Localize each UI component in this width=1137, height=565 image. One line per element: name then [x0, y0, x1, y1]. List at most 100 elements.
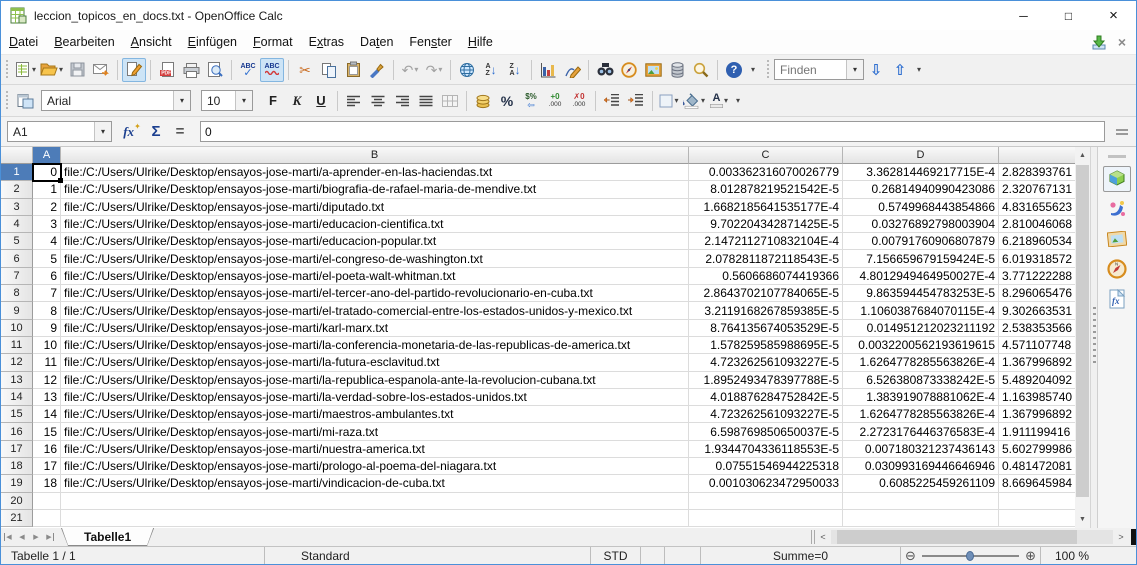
cell[interactable]: 2.810046068: [999, 216, 1075, 233]
row-header-16[interactable]: 16: [1, 423, 33, 440]
cell[interactable]: 1.8952493478397788E-5: [689, 372, 843, 389]
underline-button[interactable]: U: [309, 89, 333, 113]
percent-format-button[interactable]: %: [495, 89, 519, 113]
cell[interactable]: file:/C:/Users/Ulrike/Desktop/ensayos-jo…: [61, 354, 689, 371]
cell[interactable]: 1.6264778285563826E-4: [843, 406, 999, 423]
undo-button[interactable]: ↶▾: [398, 58, 422, 82]
menu-item-hilfe[interactable]: Hilfe: [460, 32, 501, 53]
cell[interactable]: 12: [33, 372, 61, 389]
cell[interactable]: 8.669645984: [999, 475, 1075, 492]
cell[interactable]: file:/C:/Users/Ulrike/Desktop/ensayos-jo…: [61, 233, 689, 250]
cell[interactable]: 16: [33, 441, 61, 458]
cell[interactable]: 3.362814469217715E-4: [843, 164, 999, 181]
page-preview-button[interactable]: [203, 58, 227, 82]
align-left-button[interactable]: [342, 89, 366, 113]
formatting-toolbar-overflow[interactable]: ▾: [731, 89, 744, 113]
column-header-A[interactable]: A: [33, 147, 61, 164]
maximize-button[interactable]: □: [1046, 1, 1091, 30]
font-name-dropdown[interactable]: ▾: [173, 91, 190, 110]
cell[interactable]: 1.9344704336118553E-5: [689, 441, 843, 458]
cell[interactable]: [689, 510, 843, 527]
hscroll-right-button[interactable]: >: [1113, 529, 1129, 545]
window-split-handle[interactable]: [1131, 529, 1136, 545]
cell[interactable]: 0.481472081: [999, 458, 1075, 475]
cell[interactable]: 0.5749968443854866: [843, 199, 999, 216]
formula-bar-expand[interactable]: [1116, 129, 1128, 135]
help-button[interactable]: ?: [722, 58, 746, 82]
align-right-button[interactable]: [390, 89, 414, 113]
formula-input-line[interactable]: 0: [200, 121, 1105, 142]
cell[interactable]: [999, 510, 1075, 527]
cell[interactable]: 5.602799986: [999, 441, 1075, 458]
auto-spellcheck-toggle[interactable]: ABC: [260, 58, 284, 82]
row-header-20[interactable]: 20: [1, 493, 33, 510]
row-header-7[interactable]: 7: [1, 268, 33, 285]
cell[interactable]: 1.6682185641535177E-4: [689, 199, 843, 216]
decrease-indent-button[interactable]: [600, 89, 624, 113]
cell[interactable]: file:/C:/Users/Ulrike/Desktop/ensayos-jo…: [61, 389, 689, 406]
find-next-button[interactable]: ⇩: [864, 58, 888, 82]
find-toolbar-handle[interactable]: [765, 60, 772, 80]
cell[interactable]: file:/C:/Users/Ulrike/Desktop/ensayos-jo…: [61, 268, 689, 285]
add-decimal-button[interactable]: +0.000: [543, 89, 567, 113]
font-size-dropdown[interactable]: ▾: [235, 91, 252, 110]
cell[interactable]: [843, 493, 999, 510]
selection-mode-field[interactable]: STD: [591, 547, 641, 564]
data-sources-button[interactable]: [665, 58, 689, 82]
email-button[interactable]: [89, 58, 113, 82]
navigator-button[interactable]: [617, 58, 641, 82]
row-header-15[interactable]: 15: [1, 406, 33, 423]
cell[interactable]: 0.00791760906807879: [843, 233, 999, 250]
menu-item-fenster[interactable]: Fenster: [401, 32, 459, 53]
hyperlink-button[interactable]: [455, 58, 479, 82]
function-wizard-button[interactable]: fx✦: [120, 120, 144, 144]
close-button[interactable]: ×: [1091, 1, 1136, 30]
cell[interactable]: 8.296065476: [999, 285, 1075, 302]
currency-format-button[interactable]: [471, 89, 495, 113]
sidebar-styles-icon[interactable]: [1103, 196, 1131, 222]
cell[interactable]: file:/C:/Users/Ulrike/Desktop/ensayos-jo…: [61, 423, 689, 440]
cell[interactable]: file:/C:/Users/Ulrike/Desktop/ensayos-jo…: [61, 302, 689, 319]
cell[interactable]: file:/C:/Users/Ulrike/Desktop/ensayos-jo…: [61, 475, 689, 492]
row-header-1[interactable]: 1: [1, 164, 33, 181]
cell[interactable]: 6: [33, 268, 61, 285]
sidebar-menu-handle[interactable]: [1108, 155, 1126, 158]
row-header-3[interactable]: 3: [1, 199, 33, 216]
menu-item-bearbeiten[interactable]: Bearbeiten: [46, 32, 122, 53]
cell[interactable]: 6.526380873338242E-5: [843, 372, 999, 389]
cell[interactable]: 8.764135674053529E-5: [689, 320, 843, 337]
cell[interactable]: 0.03276892798003904: [843, 216, 999, 233]
cell[interactable]: 0.003362316070026779: [689, 164, 843, 181]
spellcheck-button[interactable]: ABC✓: [236, 58, 260, 82]
cell[interactable]: 4.8012949464950027E-4: [843, 268, 999, 285]
cell[interactable]: file:/C:/Users/Ulrike/Desktop/ensayos-jo…: [61, 320, 689, 337]
menu-item-format[interactable]: Format: [245, 32, 301, 53]
sum-field[interactable]: Summe=0: [701, 547, 901, 564]
cell[interactable]: 2.1472112710832104E-4: [689, 233, 843, 250]
scroll-down-button[interactable]: ▼: [1075, 511, 1090, 528]
next-sheet-button[interactable]: ▶: [29, 529, 43, 545]
cell[interactable]: 3.2119168267859385E-5: [689, 302, 843, 319]
zoom-level-field[interactable]: 100 %: [1041, 547, 1136, 564]
scroll-up-button[interactable]: ▲: [1075, 147, 1090, 164]
cell[interactable]: file:/C:/Users/Ulrike/Desktop/ensayos-jo…: [61, 216, 689, 233]
delete-decimal-button[interactable]: ✗0.000: [567, 89, 591, 113]
print-button[interactable]: [179, 58, 203, 82]
cell[interactable]: file:/C:/Users/Ulrike/Desktop/ensayos-jo…: [61, 458, 689, 475]
cell[interactable]: 4.571107748: [999, 337, 1075, 354]
cell[interactable]: 0.001030623472950033: [689, 475, 843, 492]
cell[interactable]: file:/C:/Users/Ulrike/Desktop/ensayos-jo…: [61, 372, 689, 389]
font-color-button[interactable]: A ▾: [707, 89, 731, 113]
styles-button[interactable]: [13, 89, 37, 113]
cell[interactable]: 2: [33, 199, 61, 216]
row-header-6[interactable]: 6: [1, 250, 33, 267]
cell[interactable]: 4.831655623: [999, 199, 1075, 216]
align-center-button[interactable]: [366, 89, 390, 113]
font-name-combobox[interactable]: Arial ▾: [41, 90, 191, 111]
cell[interactable]: 2.538353566: [999, 320, 1075, 337]
row-header-18[interactable]: 18: [1, 458, 33, 475]
cell[interactable]: 9: [33, 320, 61, 337]
row-header-4[interactable]: 4: [1, 216, 33, 233]
italic-button[interactable]: K: [285, 89, 309, 113]
cell[interactable]: [61, 510, 689, 527]
